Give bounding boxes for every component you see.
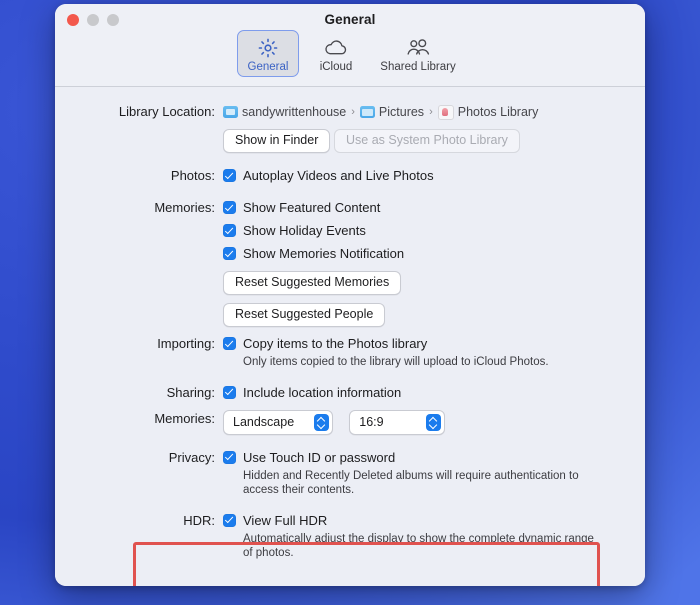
row-sharing-memories: Memories: Landscape 16:9 — [55, 409, 645, 435]
checkbox-show-memories-notification[interactable]: Show Memories Notification — [223, 245, 645, 263]
privacy-caption: Hidden and Recently Deleted albums will … — [243, 469, 579, 497]
breadcrumb: sandywrittenhouse › Pictures › Photos Li… — [223, 103, 645, 121]
checkbox-view-full-hdr[interactable]: View Full HDR — [223, 512, 645, 530]
library-location-label: Library Location: — [118, 104, 215, 119]
reset-suggested-memories-button[interactable]: Reset Suggested Memories — [223, 271, 402, 295]
checkbox-icon[interactable] — [223, 201, 236, 214]
row-privacy: Privacy: Use Touch ID or password Hidden… — [55, 449, 645, 498]
home-folder-icon — [223, 106, 238, 118]
photos-label: Photos: — [170, 168, 215, 183]
hdr-caption: Automatically adjust the display to show… — [243, 532, 594, 560]
people-icon — [405, 35, 431, 60]
memories-aspect-select[interactable]: 16:9 — [349, 409, 446, 435]
checkbox-icon[interactable] — [223, 450, 236, 464]
importing-label: Importing: — [157, 336, 215, 351]
checkbox-icon[interactable] — [223, 337, 236, 350]
show-in-finder-button[interactable]: Show in Finder — [223, 129, 331, 153]
breadcrumb-separator: › — [351, 106, 355, 118]
gear-icon — [257, 35, 279, 60]
tab-icloud-label: iCloud — [319, 61, 353, 73]
chevron-up-down-icon[interactable] — [314, 413, 329, 431]
checkbox-show-holiday-events-label: Show Holiday Events — [243, 223, 366, 238]
checkbox-icon[interactable] — [223, 385, 236, 399]
privacy-label: Privacy: — [168, 449, 215, 465]
breadcrumb-item-user[interactable]: sandywrittenhouse — [223, 103, 346, 121]
checkbox-icon[interactable] — [223, 247, 236, 260]
preferences-toolbar: General iCloud Shared Library — [55, 30, 645, 77]
checkbox-include-location-label: Include location information — [243, 384, 402, 400]
preferences-content: Library Location: sandywrittenhouse › Pi… — [55, 87, 645, 586]
tab-general[interactable]: General — [237, 30, 299, 77]
checkbox-autoplay-videos[interactable]: Autoplay Videos and Live Photos — [223, 167, 645, 185]
photos-preferences-window: General General iCloud Shared Library Li… — [55, 4, 645, 586]
row-library-buttons: Show in Finder Use as System Photo Libra… — [55, 129, 645, 153]
importing-caption: Only items copied to the library will up… — [243, 356, 549, 368]
tab-general-label: General — [247, 61, 289, 73]
use-as-system-photo-library-button: Use as System Photo Library — [334, 129, 520, 153]
breadcrumb-item-pictures[interactable]: Pictures — [359, 103, 425, 121]
memories-orientation-value: Landscape — [233, 415, 295, 429]
photos-library-icon — [437, 104, 454, 120]
checkbox-icon[interactable] — [223, 169, 236, 182]
memories-orientation-select[interactable]: Landscape — [223, 409, 333, 435]
sharing-label: Sharing: — [166, 384, 215, 400]
breadcrumb-item-pictures-label: Pictures — [378, 105, 425, 119]
checkbox-icon[interactable] — [223, 224, 236, 237]
checkbox-include-location[interactable]: Include location information — [223, 384, 645, 402]
checkbox-show-holiday-events[interactable]: Show Holiday Events — [223, 222, 645, 240]
breadcrumb-separator: › — [429, 106, 433, 118]
tab-shared-library-label: Shared Library — [380, 61, 456, 73]
memories-label: Memories: — [154, 200, 215, 215]
chevron-up-down-icon[interactable] — [426, 413, 442, 431]
checkbox-copy-items-label: Copy items to the Photos library — [243, 336, 428, 351]
cloud-icon — [324, 35, 348, 60]
row-library-location: Library Location: sandywrittenhouse › Pi… — [55, 103, 645, 121]
row-photos: Photos: Autoplay Videos and Live Photos — [55, 167, 645, 185]
breadcrumb-item-photos-library-label: Photos Library — [457, 105, 539, 119]
row-memories: Memories: Show Featured Content Show Hol… — [55, 199, 645, 327]
checkbox-view-full-hdr-label: View Full HDR — [243, 512, 328, 528]
breadcrumb-item-photos-library[interactable]: Photos Library — [437, 103, 539, 121]
tab-shared-library[interactable]: Shared Library — [373, 30, 463, 77]
hdr-label: HDR: — [183, 512, 215, 528]
checkbox-icon[interactable] — [223, 513, 236, 527]
library-buttons: Show in Finder Use as System Photo Libra… — [223, 129, 645, 153]
tab-icloud[interactable]: iCloud — [305, 30, 367, 77]
window-title: General — [324, 12, 376, 27]
row-importing: Importing: Copy items to the Photos libr… — [55, 335, 645, 370]
window-titlebar: General General iCloud Shared Library — [55, 4, 645, 87]
reset-suggested-people-button[interactable]: Reset Suggested People — [223, 303, 386, 327]
checkbox-copy-items[interactable]: Copy items to the Photos library — [223, 335, 645, 353]
sharing-memories-label: Memories: — [154, 410, 215, 426]
checkbox-use-touch-id-label: Use Touch ID or password — [243, 449, 396, 465]
folder-icon — [359, 106, 375, 118]
row-hdr: HDR: View Full HDR Automatically adjust … — [55, 512, 645, 561]
checkbox-show-featured-content[interactable]: Show Featured Content — [223, 199, 645, 217]
row-sharing: Sharing: Include location information — [55, 384, 645, 402]
checkbox-use-touch-id[interactable]: Use Touch ID or password — [223, 449, 645, 467]
breadcrumb-item-user-label: sandywrittenhouse — [242, 105, 347, 119]
library-location-value: sandywrittenhouse › Pictures › Photos Li… — [223, 103, 645, 121]
checkbox-autoplay-videos-label: Autoplay Videos and Live Photos — [243, 168, 434, 183]
checkbox-show-featured-content-label: Show Featured Content — [243, 200, 381, 215]
checkbox-show-memories-notification-label: Show Memories Notification — [243, 246, 405, 261]
memories-aspect-value: 16:9 — [359, 415, 384, 429]
